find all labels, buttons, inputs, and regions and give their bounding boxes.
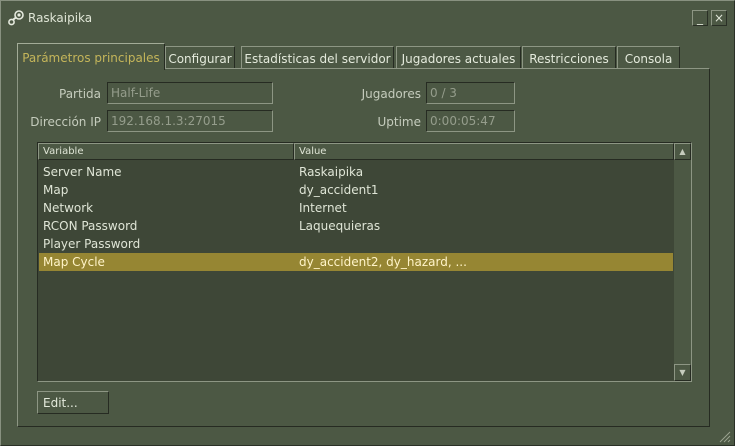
vertical-scrollbar[interactable]: ▲ ▼ [674,143,691,381]
row-value: dy_accident1 [299,183,379,197]
tab-consola[interactable]: Consola [617,46,680,68]
row-variable: Network [43,201,94,215]
table-row[interactable]: Server Name Raskaipika [39,163,673,181]
scroll-up-button[interactable]: ▲ [674,143,691,160]
close-button[interactable]: × [711,10,727,26]
row-variable: Map [43,183,69,197]
tab-configurar[interactable]: Configurar [165,46,235,68]
tab-estadisticas[interactable]: Estadísticas del servidor [241,46,394,68]
table-row[interactable]: Network Internet [39,199,673,217]
table-row[interactable]: RCON Password Laquequieras [39,217,673,235]
title-bar[interactable]: Raskaipika _ × [1,1,734,35]
tab-restricciones[interactable]: Restricciones [522,46,616,68]
row-variable: Player Password [43,237,141,251]
window-title: Raskaipika [28,11,93,25]
server-window: Raskaipika _ × Parámetros principales Co… [0,0,735,446]
tab-parametros-principales[interactable]: Parámetros principales [17,43,165,70]
steam-icon [8,10,24,26]
row-variable: Map Cycle [43,255,105,269]
row-variable: RCON Password [43,219,138,233]
variables-list[interactable]: Variable Value Server Name Raskaipika Ma… [37,142,692,382]
direccion-ip-field[interactable]: 192.168.1.3:27015 [107,110,273,132]
row-value: Laquequieras [299,219,381,233]
partida-label: Partida [59,87,101,101]
row-variable: Server Name [43,165,122,179]
list-header: Variable Value [38,143,674,160]
direccion-ip-label: Dirección IP [30,115,101,129]
row-value: dy_accident2, dy_hazard, ... [299,255,467,269]
partida-field[interactable]: Half-Life [107,82,273,104]
scroll-down-button[interactable]: ▼ [674,364,691,381]
uptime-field[interactable]: 0:00:05:47 [426,110,515,132]
edit-button[interactable]: Edit... [37,391,109,414]
resize-grip-icon[interactable] [717,429,731,443]
row-value: Internet [299,201,347,215]
uptime-label: Uptime [377,115,421,129]
table-row[interactable]: Map dy_accident1 [39,181,673,199]
column-header-value[interactable]: Value [294,143,674,160]
table-row-selected[interactable]: Map Cycle dy_accident2, dy_hazard, ... [39,253,673,271]
column-header-variable[interactable]: Variable [38,143,294,160]
jugadores-field[interactable]: 0 / 3 [426,82,515,104]
tab-jugadores-actuales[interactable]: Jugadores actuales [396,46,521,68]
jugadores-label: Jugadores [361,87,421,101]
table-row[interactable]: Player Password [39,235,673,253]
row-value: Raskaipika [299,165,364,179]
minimize-button[interactable]: _ [692,10,708,26]
